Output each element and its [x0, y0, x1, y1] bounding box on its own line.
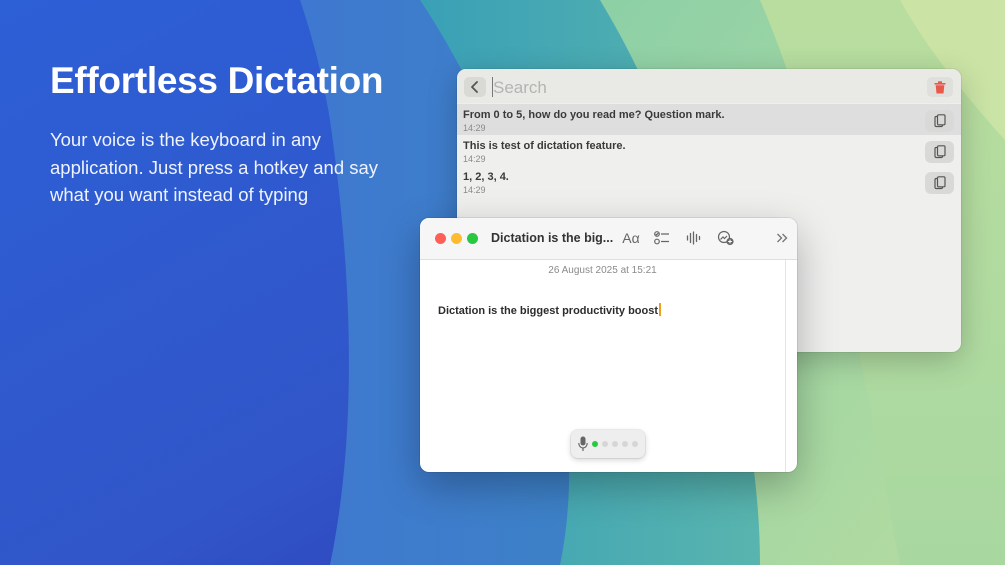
audio-button[interactable] [685, 229, 703, 247]
clipboard-icon [933, 145, 946, 159]
copy-button[interactable] [925, 172, 954, 194]
history-item-text: This is test of dictation feature. [463, 140, 626, 152]
text-cursor [659, 303, 661, 316]
history-item-text: 1, 2, 3, 4. [463, 171, 509, 183]
note-date: 26 August 2025 at 15:21 [548, 265, 657, 276]
history-search-bar [457, 69, 961, 103]
clipboard-icon [933, 114, 946, 128]
notes-window: Dictation is the big... Aα 26 August 202… [420, 218, 797, 472]
zoom-window-button[interactable] [467, 233, 478, 244]
hero-title: Effortless Dictation [50, 60, 384, 101]
history-item[interactable]: This is test of dictation feature. 14:29 [457, 135, 961, 166]
level-dot [592, 441, 598, 447]
history-item-text: From 0 to 5, how do you read me? Questio… [463, 109, 725, 121]
note-editor[interactable]: Dictation is the biggest productivity bo… [438, 303, 661, 317]
level-dot [632, 441, 638, 447]
level-dot [622, 441, 628, 447]
minimize-window-button[interactable] [451, 233, 462, 244]
history-item-time: 14:29 [463, 154, 486, 164]
delete-all-button[interactable] [927, 77, 953, 97]
back-button[interactable] [464, 77, 486, 97]
trash-icon [934, 80, 946, 93]
history-item-time: 14:29 [463, 185, 486, 195]
copy-button[interactable] [925, 141, 954, 163]
note-text: Dictation is the biggest productivity bo… [438, 305, 659, 317]
collaborate-button[interactable] [716, 229, 736, 247]
chevron-left-icon [471, 81, 478, 93]
clipboard-icon [933, 176, 946, 190]
microphone-icon [578, 436, 588, 451]
checklist-button[interactable] [653, 229, 671, 247]
search-input[interactable] [491, 75, 895, 101]
note-title: Dictation is the big... [491, 231, 614, 245]
history-item[interactable]: From 0 to 5, how do you read me? Questio… [457, 104, 961, 135]
history-item[interactable]: 1, 2, 3, 4. 14:29 [457, 166, 961, 197]
format-text-button[interactable]: Aα [620, 229, 642, 247]
hero-description: Your voice is the keyboard in any applic… [50, 129, 379, 205]
more-toolbar-button[interactable] [773, 229, 791, 247]
level-dot [602, 441, 608, 447]
dictation-indicator[interactable] [571, 430, 645, 458]
checklist-icon [654, 231, 669, 245]
history-item-time: 14:29 [463, 123, 486, 133]
collaborate-icon [717, 230, 734, 246]
scrollbar[interactable] [785, 260, 786, 472]
level-dot [612, 441, 618, 447]
notes-toolbar: Dictation is the big... Aα [420, 218, 797, 260]
copy-button[interactable] [925, 110, 954, 132]
audio-waveform-icon [686, 231, 701, 245]
more-chevrons-icon [777, 233, 788, 243]
close-window-button[interactable] [435, 233, 446, 244]
